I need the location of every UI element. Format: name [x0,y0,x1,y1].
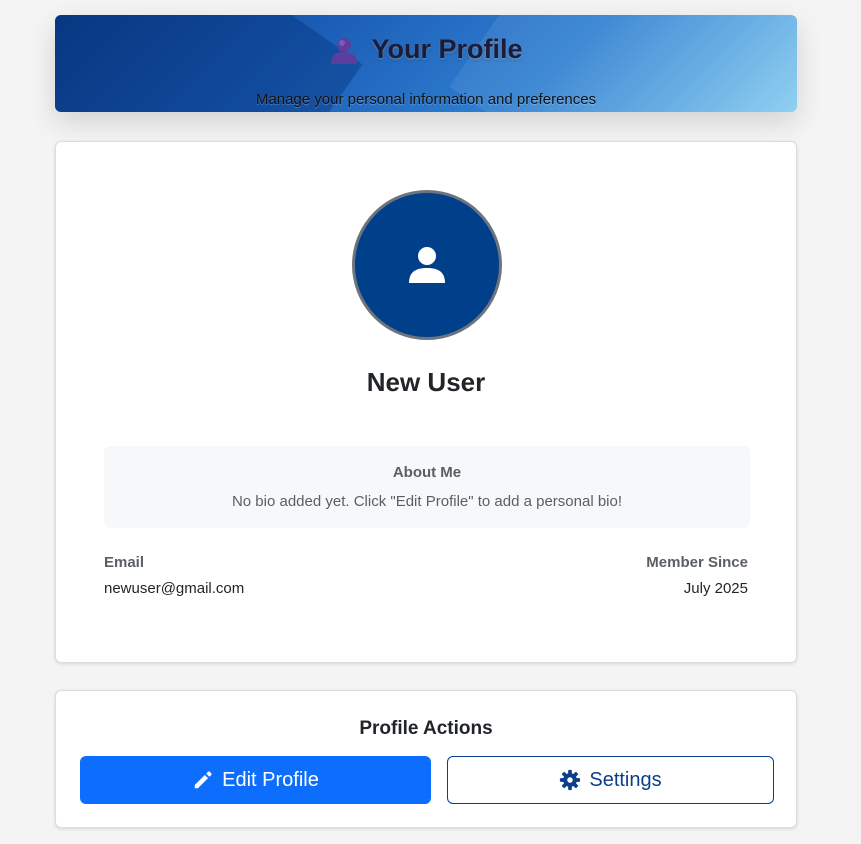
member-since-label: Member Since [646,554,748,571]
member-since-value: July 2025 [683,580,748,597]
settings-button[interactable]: Settings [447,756,774,804]
email-label: Email [104,554,145,571]
profile-actions-card: Profile Actions Edit Profile Settings [55,690,797,828]
profile-card: New User About Me No bio added yet. Clic… [55,141,797,663]
profile-header-banner: Your Profile Manage your personal inform… [55,15,797,112]
page-title-text: Your Profile [371,34,523,64]
pencil-icon [194,771,212,789]
user-name: New User [366,367,486,397]
profile-actions-title: Profile Actions [359,718,493,739]
avatar [352,190,502,340]
edit-profile-button[interactable]: Edit Profile [80,756,431,804]
settings-label: Settings [589,768,662,791]
page-title: Your Profile [55,34,797,65]
gear-icon [560,769,581,791]
user-icon [409,247,445,283]
page-subtitle: Manage your personal information and pre… [255,91,597,108]
user-silhouette-icon [329,35,359,65]
edit-profile-label: Edit Profile [222,768,319,791]
email-value: newuser@gmail.com [104,580,245,597]
about-me-title: About Me [392,464,462,481]
about-me-box: About Me No bio added yet. Click "Edit P… [104,446,750,528]
about-me-text: No bio added yet. Click "Edit Profile" t… [231,493,623,510]
